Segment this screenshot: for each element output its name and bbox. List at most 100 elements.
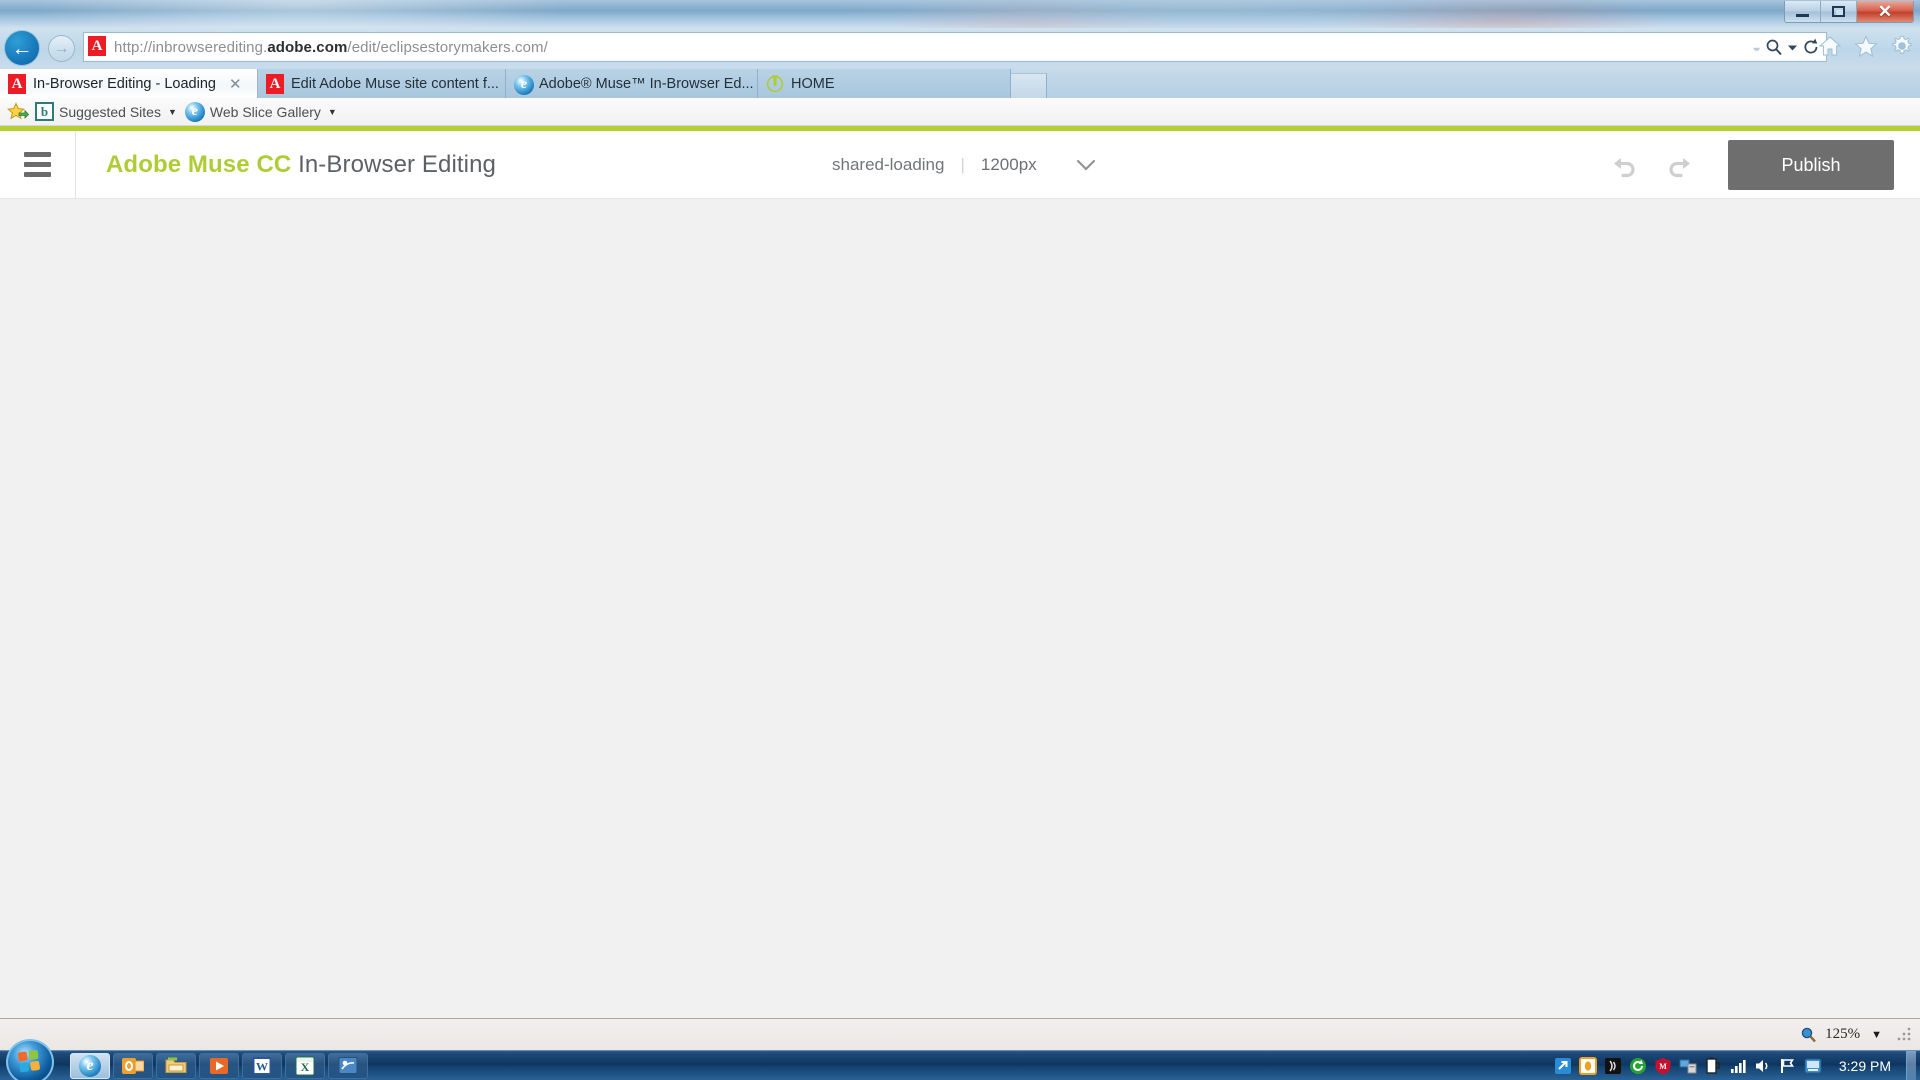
current-page-name: shared-loading: [832, 155, 945, 174]
internet-explorer-icon: e: [514, 74, 534, 95]
minimize-icon: [1796, 14, 1809, 17]
close-icon: ✕: [1877, 2, 1893, 21]
zoom-dropdown-icon[interactable]: ▼: [1871, 1029, 1882, 1041]
favorites-item-label: Suggested Sites: [59, 103, 161, 120]
taskbar-app-window[interactable]: [328, 1052, 368, 1079]
compatibility-view-icon[interactable]: ◒: [1752, 39, 1761, 56]
folder-icon: [165, 1055, 187, 1077]
add-to-favorites-icon[interactable]: [7, 101, 29, 122]
tools-gear-icon[interactable]: [1889, 33, 1915, 59]
blue-app-icon[interactable]: [1804, 1057, 1822, 1075]
favorites-item-web-slice-gallery[interactable]: e Web Slice Gallery ▼: [184, 101, 337, 122]
back-arrow-icon: ←: [11, 36, 33, 60]
tab-in-browser-editing[interactable]: In-Browser Editing - Loading ✕: [0, 69, 258, 98]
brand-secondary: In-Browser Editing: [298, 150, 496, 178]
browser-toolbar-icons: [1817, 33, 1915, 59]
forward-arrow-icon: →: [53, 39, 70, 57]
volume-icon[interactable]: [1754, 1057, 1772, 1075]
aero-glass-background: [0, 0, 1920, 28]
tab-list: In-Browser Editing - Loading ✕ Edit Adob…: [0, 68, 1920, 98]
search-icon[interactable]: [1765, 38, 1783, 56]
forward-button[interactable]: →: [48, 35, 75, 62]
restore-button[interactable]: [1821, 1, 1857, 22]
back-button[interactable]: ←: [4, 30, 40, 66]
hamburger-bar: [24, 172, 51, 177]
app-brand-title: Adobe Muse CC In-Browser Editing: [106, 151, 496, 179]
mcafee-shield-icon[interactable]: M: [1654, 1057, 1672, 1075]
adobe-logo-icon: [88, 36, 108, 58]
meta-separator: |: [960, 155, 965, 174]
publish-button[interactable]: Publish: [1728, 140, 1894, 190]
address-bar-actions: ◒: [1752, 38, 1826, 56]
tab-close-icon[interactable]: ✕: [229, 75, 242, 93]
breakpoint-width: 1200px: [980, 155, 1037, 174]
url-subdomain: inbrowserediting.: [152, 38, 268, 56]
url-scheme: http://: [114, 38, 153, 56]
system-tray: M 3:29 PM: [1554, 1050, 1920, 1080]
taskbar-app-word[interactable]: W: [242, 1052, 282, 1079]
tab-title: In-Browser Editing - Loading: [33, 75, 216, 92]
search-dropdown-icon[interactable]: [1787, 42, 1798, 53]
tab-adobe-muse-in-browser-ed[interactable]: e Adobe® Muse™ In-Browser Ed...: [506, 69, 758, 98]
chevron-down-icon[interactable]: ▼: [168, 107, 177, 117]
taskbar-app-buttons: e W X: [70, 1052, 368, 1079]
windows-taskbar: e W X M 3:29 PM: [0, 1038, 1920, 1080]
editing-canvas[interactable]: [0, 199, 1920, 1028]
tab-title: Edit Adobe Muse site content f...: [291, 75, 499, 92]
svg-text:M: M: [1659, 1062, 1667, 1071]
url-text: http://inbrowserediting.adobe.com/edit/e…: [114, 39, 548, 56]
taskbar-clock[interactable]: 3:29 PM: [1839, 1058, 1891, 1074]
hamburger-bar: [24, 162, 51, 167]
sound-waves-icon[interactable]: [1604, 1057, 1622, 1075]
hamburger-bar: [24, 152, 51, 157]
network-computers-icon[interactable]: [1679, 1057, 1697, 1075]
show-desktop-button[interactable]: [1906, 1050, 1916, 1080]
bing-icon: b: [35, 102, 54, 121]
window-controls: ✕: [1784, 1, 1914, 23]
action-flag-icon[interactable]: [1779, 1057, 1797, 1075]
orange-square-icon[interactable]: [1578, 1056, 1597, 1075]
zoom-level-label[interactable]: 125%: [1825, 1026, 1860, 1043]
word-icon: W: [251, 1055, 273, 1077]
battery-icon[interactable]: [1704, 1057, 1722, 1075]
browser-navigation-bar: ← → http://inbrowserediting.adobe.com/ed…: [0, 28, 1920, 68]
favorites-item-suggested-sites[interactable]: b Suggested Sites ▼: [35, 102, 177, 121]
address-bar[interactable]: http://inbrowserediting.adobe.com/edit/e…: [83, 32, 1827, 62]
taskbar-app-media-player[interactable]: [199, 1052, 239, 1079]
taskbar-app-excel[interactable]: X: [285, 1052, 325, 1079]
favorites-star-icon[interactable]: [1853, 33, 1879, 59]
chevron-down-icon[interactable]: [1075, 158, 1097, 172]
tab-title: Adobe® Muse™ In-Browser Ed...: [539, 75, 754, 92]
home-icon[interactable]: [1817, 33, 1843, 59]
taskbar-app-internet-explorer[interactable]: e: [70, 1052, 110, 1079]
publish-button-label: Publish: [1781, 154, 1841, 175]
sync-icon[interactable]: [1629, 1057, 1647, 1075]
undo-button[interactable]: [1608, 148, 1642, 182]
adobe-logo-icon: [266, 73, 284, 94]
redo-button[interactable]: [1662, 148, 1696, 182]
browser-title-bar: ✕: [0, 0, 1920, 28]
share-arrow-icon[interactable]: [1554, 1057, 1572, 1075]
page-meta: shared-loading | 1200px: [832, 131, 1097, 199]
signal-bars-icon[interactable]: [1729, 1057, 1747, 1075]
close-button[interactable]: ✕: [1857, 1, 1913, 22]
media-player-icon: [208, 1055, 230, 1077]
tab-edit-adobe-muse-site-content[interactable]: Edit Adobe Muse site content f...: [258, 69, 506, 98]
adobe-logo-icon: [8, 73, 26, 94]
taskbar-app-file-explorer[interactable]: [156, 1052, 196, 1079]
url-path: /edit/eclipsestorymakers.com/: [347, 38, 548, 56]
restore-icon: [1832, 6, 1845, 17]
chevron-down-icon[interactable]: ▼: [328, 107, 337, 117]
tab-home[interactable]: HOME: [758, 69, 1011, 98]
minimize-button[interactable]: [1785, 1, 1821, 22]
new-tab-button[interactable]: [1011, 73, 1047, 98]
start-button[interactable]: [6, 1038, 54, 1080]
excel-icon: X: [294, 1055, 316, 1077]
favorites-item-label: Web Slice Gallery: [209, 103, 321, 120]
taskbar-app-outlook[interactable]: [113, 1052, 153, 1079]
browser-status-bar: 125% ▼: [0, 1018, 1920, 1050]
header-actions: Publish: [1608, 131, 1894, 199]
menu-hamburger-icon[interactable]: [0, 130, 76, 199]
resize-grip[interactable]: [1896, 1026, 1912, 1043]
muse-app-header: Adobe Muse CC In-Browser Editing shared-…: [0, 130, 1920, 199]
